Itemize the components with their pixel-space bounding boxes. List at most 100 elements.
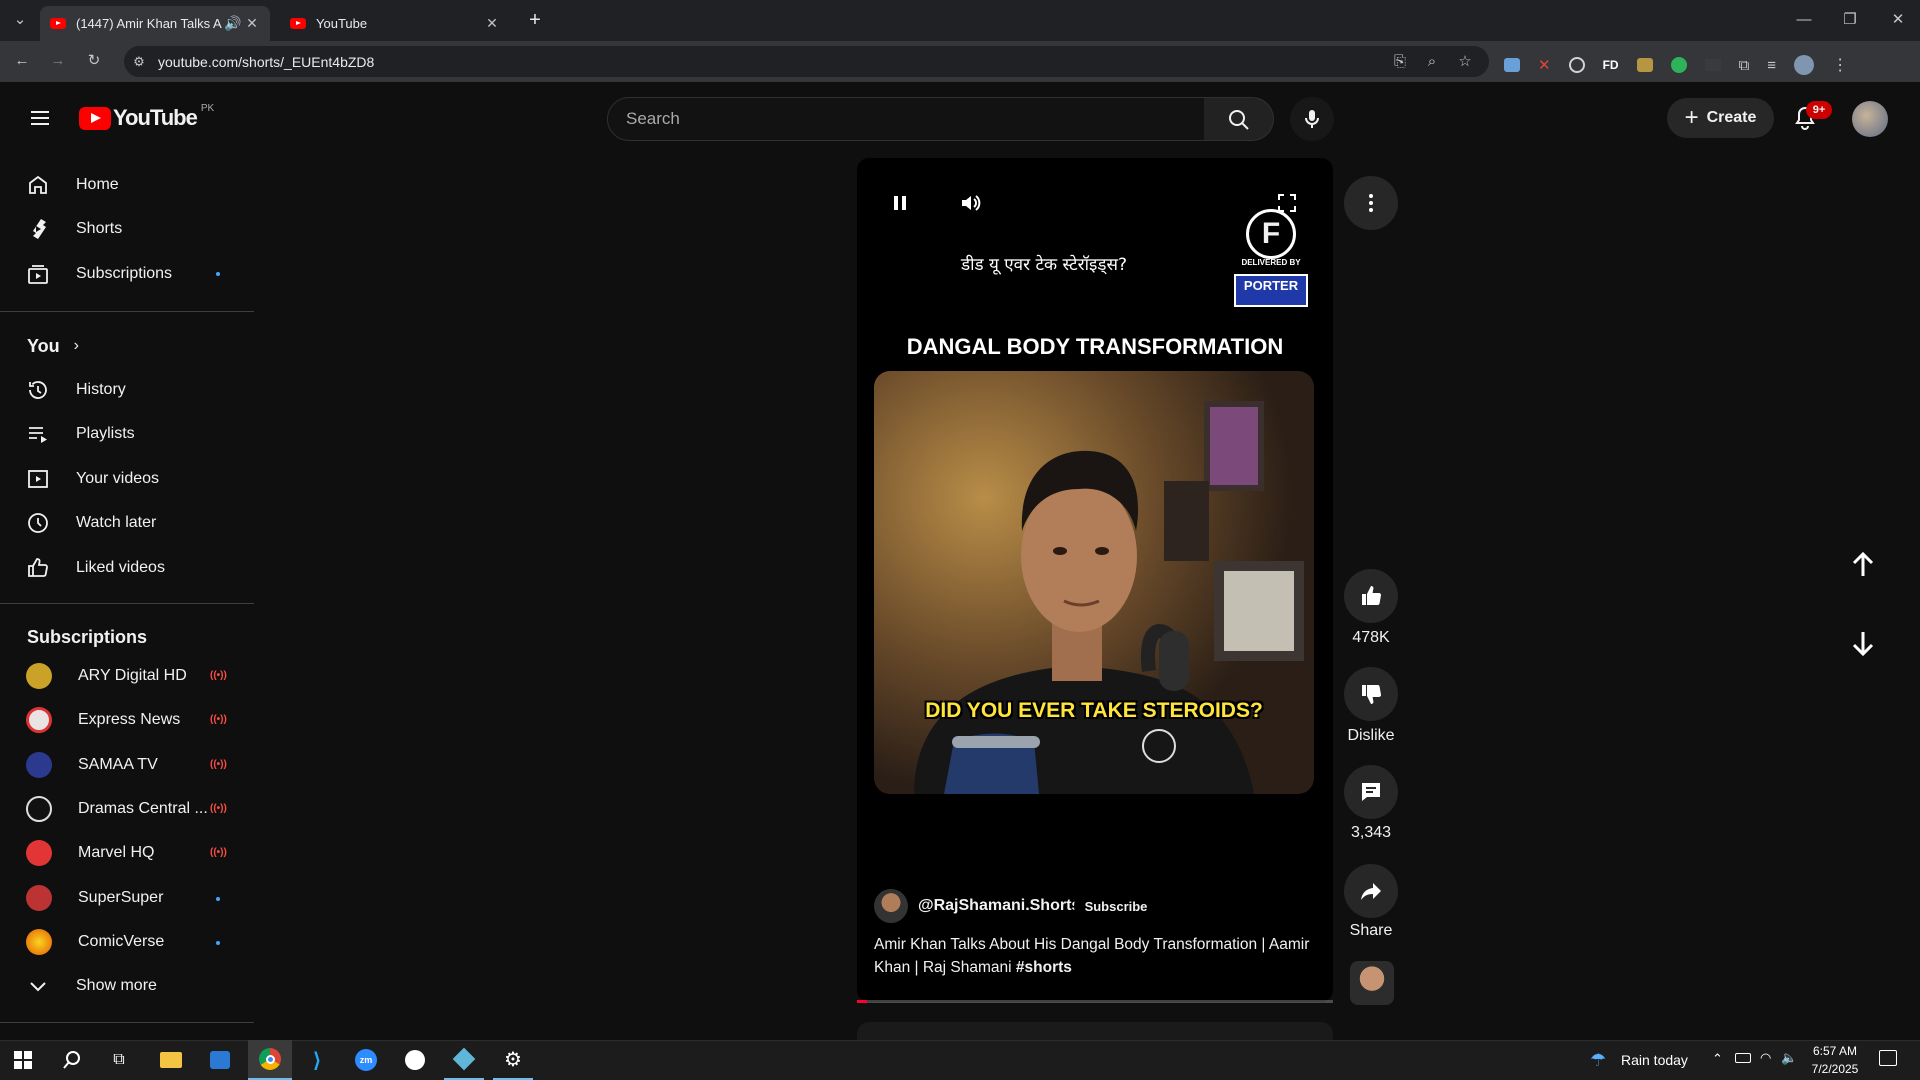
tab-audio-icon[interactable]: 🔊 bbox=[222, 15, 244, 32]
clock-time[interactable]: 6:57 AM bbox=[1808, 1044, 1862, 1058]
search-input[interactable]: Search bbox=[607, 97, 1205, 141]
channel-avatar bbox=[26, 929, 52, 955]
windows-start-icon[interactable] bbox=[3, 1040, 43, 1080]
extension-badge-icon[interactable] bbox=[1636, 58, 1653, 72]
extension-close-icon[interactable]: ✕ bbox=[1538, 56, 1551, 74]
taskbar-search-icon[interactable] bbox=[52, 1040, 92, 1080]
install-app-icon[interactable]: ⎘ bbox=[1388, 50, 1412, 74]
minimize-button[interactable]: — bbox=[1792, 8, 1816, 32]
more-options-button[interactable] bbox=[1344, 176, 1398, 230]
weather-rain-icon[interactable]: ☂ bbox=[1590, 1050, 1606, 1071]
extension-green-icon[interactable] bbox=[1670, 57, 1687, 73]
sidebar-item-label: Shorts bbox=[76, 220, 123, 237]
like-count: 478K bbox=[1352, 629, 1390, 646]
search-button[interactable] bbox=[1204, 97, 1274, 141]
browser-tab-bar: ⌄ (1447) Amir Khan Talks About His Danga… bbox=[0, 0, 1920, 41]
tab-youtube[interactable]: YouTube ✕ bbox=[280, 6, 510, 41]
notification-center-icon[interactable] bbox=[1879, 1050, 1897, 1066]
tab-title: (1447) Amir Khan Talks About His Dangal … bbox=[76, 16, 222, 31]
sidebar-you-heading[interactable]: You › bbox=[12, 324, 252, 368]
next-short-preview[interactable] bbox=[857, 1022, 1333, 1040]
plus-icon: + bbox=[1684, 104, 1699, 131]
sidebar-item-your-videos[interactable]: Your videos bbox=[12, 457, 252, 501]
extension-icon[interactable] bbox=[1504, 58, 1520, 72]
back-button[interactable]: ← bbox=[10, 49, 34, 73]
tab-close-icon[interactable]: ✕ bbox=[484, 15, 500, 32]
show-more-button[interactable]: Show more bbox=[12, 964, 252, 1008]
app-icon[interactable] bbox=[395, 1040, 435, 1080]
extension-fd-icon[interactable]: FD bbox=[1603, 58, 1619, 72]
comments-button[interactable] bbox=[1344, 765, 1398, 819]
share-button[interactable] bbox=[1344, 864, 1398, 918]
subscribe-button[interactable]: Subscribe bbox=[1074, 889, 1158, 923]
voice-search-mic-icon[interactable] bbox=[1290, 97, 1334, 141]
reload-button[interactable]: ↻ bbox=[82, 49, 106, 73]
extensions-area: ✕ FD ⧉ ≡ ⋮ bbox=[1504, 55, 1904, 75]
account-avatar[interactable] bbox=[1852, 101, 1888, 137]
sidebar-item-shorts[interactable]: Shorts bbox=[12, 207, 252, 251]
sidebar-item-playlists[interactable]: Playlists bbox=[12, 412, 252, 456]
sound-remix-thumbnail[interactable] bbox=[1350, 961, 1394, 1005]
tab-search-chevron-icon[interactable]: ⌄ bbox=[8, 8, 32, 32]
sidebar-item-history[interactable]: History bbox=[12, 368, 252, 412]
channel-handle[interactable]: @RajShamani.Shorts bbox=[918, 897, 1080, 915]
dislike-button[interactable] bbox=[1344, 667, 1398, 721]
file-explorer-icon[interactable] bbox=[151, 1040, 191, 1080]
create-button[interactable]: + Create bbox=[1667, 98, 1774, 138]
pause-button[interactable] bbox=[880, 183, 920, 223]
hamburger-menu-icon[interactable] bbox=[28, 106, 52, 130]
volume-button[interactable] bbox=[951, 183, 991, 223]
zoom-icon[interactable]: ⌕ bbox=[1420, 50, 1444, 74]
close-window-button[interactable]: ✕ bbox=[1886, 8, 1910, 32]
like-button[interactable] bbox=[1344, 569, 1398, 623]
url-text[interactable]: youtube.com/shorts/_EUEnt4bZD8 bbox=[158, 54, 374, 70]
dislike-label: Dislike bbox=[1347, 727, 1395, 744]
tab-active[interactable]: (1447) Amir Khan Talks About His Dangal … bbox=[40, 6, 270, 41]
channel-avatar bbox=[26, 663, 52, 689]
tab-close-icon[interactable]: ✕ bbox=[244, 15, 260, 32]
media-control-icon[interactable]: ≡ bbox=[1767, 57, 1776, 74]
playlists-icon bbox=[29, 427, 47, 443]
battery-icon[interactable] bbox=[1735, 1053, 1751, 1063]
channel-avatar[interactable] bbox=[874, 889, 908, 923]
sidebar-item-liked-videos[interactable]: Liked videos bbox=[12, 546, 252, 590]
settings-gear-icon[interactable]: ⚙ bbox=[493, 1040, 533, 1080]
next-short-button[interactable] bbox=[1849, 630, 1877, 658]
app-diamond-icon[interactable] bbox=[444, 1040, 484, 1080]
channel-name: ARY Digital HD bbox=[78, 667, 187, 684]
youtube-logo[interactable]: YouTube PK bbox=[79, 103, 214, 131]
store-icon[interactable] bbox=[200, 1040, 240, 1080]
tray-chevron-up-icon[interactable]: ⌃ bbox=[1712, 1051, 1723, 1067]
chrome-taskbar-icon[interactable] bbox=[248, 1040, 292, 1080]
sidebar-item-home[interactable]: Home bbox=[12, 163, 252, 207]
progress-track[interactable] bbox=[857, 1000, 1333, 1003]
new-tab-button[interactable]: + bbox=[523, 8, 547, 32]
extension-cast-icon[interactable] bbox=[1704, 59, 1721, 71]
sidebar-item-label: Watch later bbox=[76, 514, 157, 531]
clock-date[interactable]: 7/2/2025 bbox=[1808, 1062, 1862, 1076]
sponsor-logo: PORTER bbox=[1234, 274, 1308, 307]
zoom-app-icon[interactable]: zm bbox=[346, 1040, 386, 1080]
channel-avatar bbox=[26, 707, 52, 733]
chrome-menu-icon[interactable]: ⋮ bbox=[1832, 55, 1848, 75]
task-view-icon[interactable]: ⧉ bbox=[99, 1040, 139, 1080]
sponsor-name: PORTER bbox=[1243, 278, 1299, 293]
sidebar-item-watch-later[interactable]: Watch later bbox=[12, 501, 252, 545]
vscode-icon[interactable]: ⟩ bbox=[297, 1040, 337, 1080]
subscriptions-icon bbox=[28, 265, 48, 284]
pause-icon bbox=[894, 196, 906, 210]
video-title[interactable]: Amir Khan Talks About His Dangal Body Tr… bbox=[874, 933, 1320, 979]
previous-short-button[interactable] bbox=[1849, 550, 1877, 578]
speaker-icon[interactable]: 🔈 bbox=[1781, 1050, 1797, 1066]
extensions-puzzle-icon[interactable]: ⧉ bbox=[1739, 57, 1750, 74]
forward-button[interactable]: → bbox=[46, 49, 70, 73]
hashtag-link[interactable]: #shorts bbox=[1016, 959, 1072, 976]
restore-button[interactable]: ❐ bbox=[1838, 8, 1862, 32]
wifi-icon[interactable]: ◠ bbox=[1760, 1050, 1771, 1066]
weather-text[interactable]: Rain today bbox=[1621, 1052, 1688, 1068]
bookmark-star-icon[interactable]: ☆ bbox=[1453, 50, 1477, 74]
extension-globe-icon[interactable] bbox=[1568, 57, 1585, 73]
chevron-down-icon bbox=[30, 982, 46, 992]
site-info-icon[interactable]: ⚙ bbox=[127, 50, 151, 74]
profile-avatar[interactable] bbox=[1794, 55, 1815, 75]
